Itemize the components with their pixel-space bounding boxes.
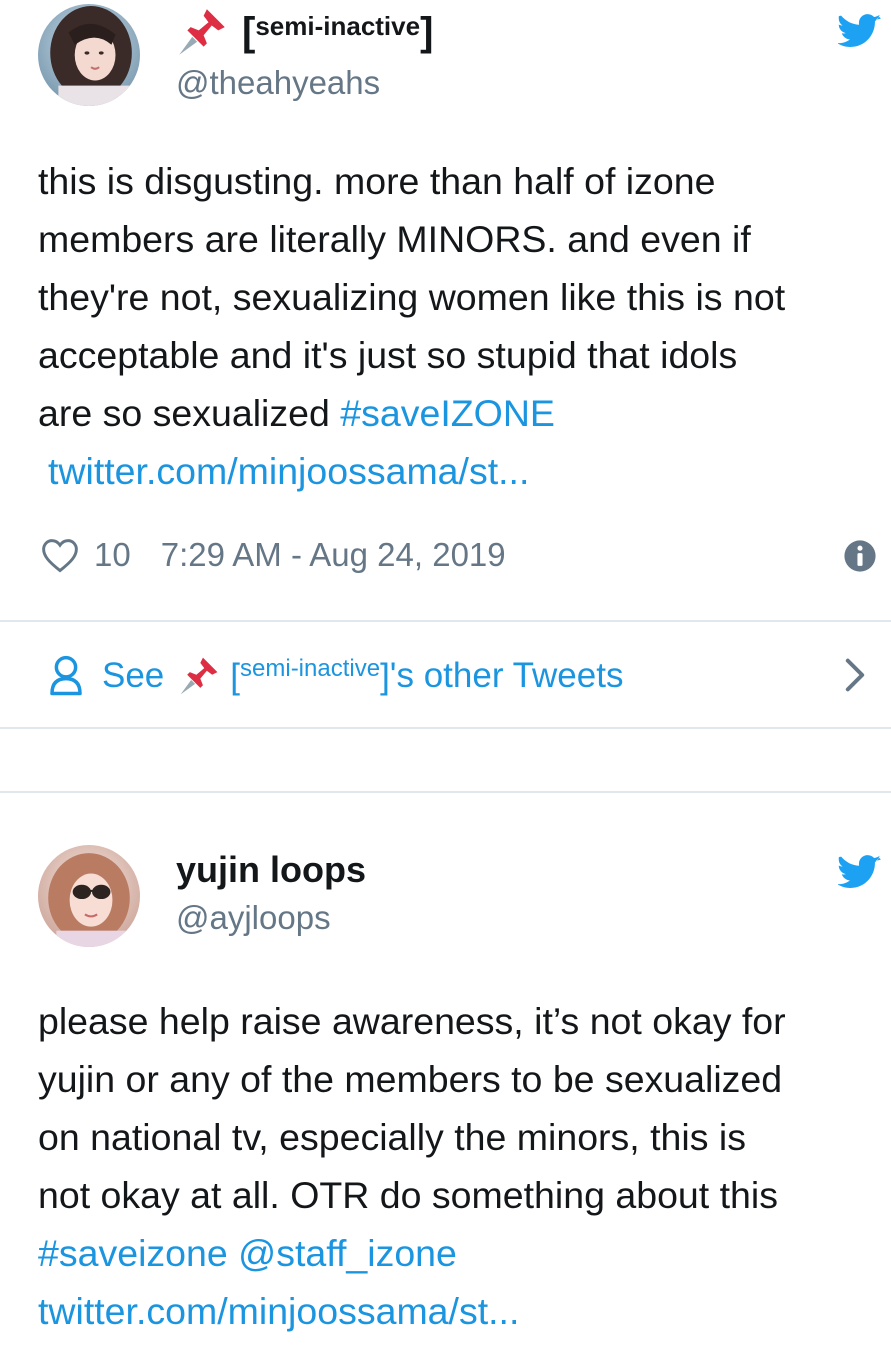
- tweet-card-2: yujin loops @ayjloops please help raise …: [0, 793, 891, 1345]
- tweet-text-fragment: are so sexualized: [38, 392, 341, 434]
- see-label: See: [102, 656, 165, 695]
- tweet-text-line: not okay at all. OTR do something about …: [38, 1174, 778, 1216]
- mention-link[interactable]: @staff_izone: [238, 1232, 457, 1274]
- tweet-text-line: on national tv, especially the minors, t…: [38, 1116, 746, 1158]
- twitter-bird-icon[interactable]: [838, 855, 882, 891]
- hashtag-link[interactable]: #saveizone: [38, 1232, 228, 1274]
- pushpin-icon: [179, 9, 225, 55]
- tweet-text: please help raise awareness, it’s not ok…: [38, 992, 883, 1340]
- see-other-name-text: semi-inactive: [240, 655, 381, 682]
- display-name-text: semi-inactive: [255, 10, 421, 41]
- heart-icon[interactable]: [40, 537, 80, 573]
- bracket-open: [: [242, 9, 256, 54]
- see-other-name: [semi-inactive]: [230, 655, 390, 697]
- info-icon[interactable]: [843, 539, 877, 573]
- url-link[interactable]: twitter.com/minjoossama/st...: [38, 1282, 883, 1340]
- person-icon: [50, 655, 82, 696]
- avatar[interactable]: [38, 4, 140, 106]
- tweet-text: this is disgusting. more than half of iz…: [38, 152, 883, 500]
- tweet-text-line: are so sexualized #saveIZONE: [38, 384, 883, 442]
- avatar[interactable]: [38, 845, 140, 947]
- divider: [0, 620, 891, 622]
- bracket-open: [: [230, 657, 241, 696]
- tweet-text-line: please help raise awareness, it’s not ok…: [38, 1000, 786, 1042]
- see-other-tweets-link[interactable]: See [semi-inactive]'s other Tweets: [48, 648, 623, 704]
- url-link[interactable]: twitter.com/minjoossama/st...: [38, 442, 883, 500]
- tweet-text-line: members are literally MINORS. and even i…: [38, 218, 751, 260]
- tweet-text-line: yujin or any of the members to be sexual…: [38, 1058, 783, 1100]
- handle[interactable]: @ayjloops: [176, 899, 331, 937]
- display-name[interactable]: yujin loops: [176, 849, 366, 891]
- timestamp[interactable]: 7:29 AM - Aug 24, 2019: [161, 536, 506, 574]
- tweet-card-1: [semi-inactive] @theahyeahs this is disg…: [0, 0, 891, 729]
- bracket-close: ]: [420, 9, 434, 54]
- tweet-text-line: acceptable and it's just so stupid that …: [38, 334, 738, 376]
- see-other-suffix: 's other Tweets: [389, 656, 624, 695]
- chevron-right-icon[interactable]: [843, 657, 867, 693]
- tweet-meta: 10 7:29 AM - Aug 24, 2019: [40, 530, 506, 580]
- like-count[interactable]: 10: [94, 536, 131, 574]
- bracket-close: ]: [380, 657, 390, 696]
- display-name[interactable]: [semi-inactive]: [176, 6, 433, 58]
- pushpin-icon: [180, 657, 218, 695]
- tweet-separator: [0, 729, 891, 793]
- twitter-bird-icon[interactable]: [838, 14, 882, 50]
- tweet-text-line: #saveizone @staff_izone: [38, 1224, 883, 1282]
- tweet-text-line: they're not, sexualizing women like this…: [38, 276, 786, 318]
- tweet-text-line: this is disgusting. more than half of iz…: [38, 160, 716, 202]
- handle[interactable]: @theahyeahs: [176, 64, 380, 102]
- hashtag-link[interactable]: #saveIZONE: [340, 392, 555, 434]
